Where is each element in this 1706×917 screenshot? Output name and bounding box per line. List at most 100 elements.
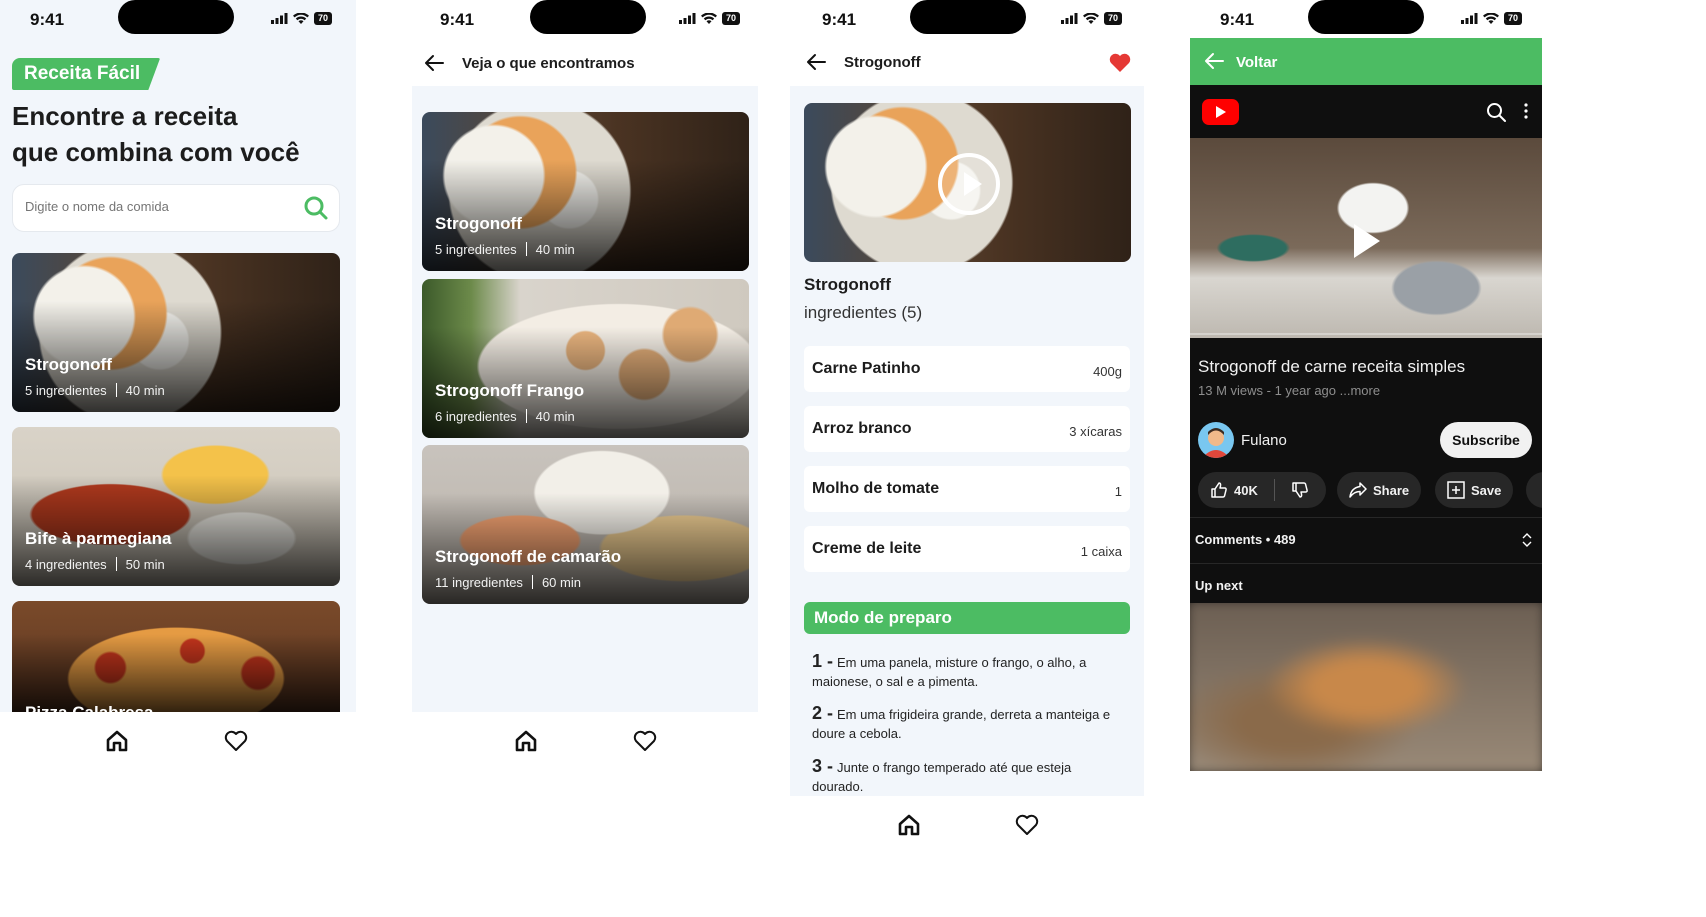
recipe-title: Strogonoff Frango <box>435 381 585 400</box>
header: Strogonoff <box>790 43 1144 85</box>
tab-bar <box>0 712 356 772</box>
preparation-header: Modo de preparo <box>804 602 1130 634</box>
video-progress-bar[interactable] <box>1190 333 1542 335</box>
ingredient-row: Carne Patinho 400g <box>804 346 1130 392</box>
signal-icon <box>678 13 696 24</box>
like-divider <box>1273 479 1275 501</box>
up-next-label: Up next <box>1195 578 1243 593</box>
favorites-icon[interactable] <box>224 730 248 752</box>
status-bar: 9:41 70 <box>790 0 1144 38</box>
home-screen: 9:41 70 Receita Fácil Encontre a receita… <box>0 0 356 860</box>
favorites-icon[interactable] <box>1015 814 1039 836</box>
card-overlay <box>12 634 340 712</box>
recipe-title: Pizza Calabresa <box>25 703 154 712</box>
recipe-card[interactable]: Pizza Calabresa <box>12 601 340 712</box>
recipe-title: Strogonoff <box>435 214 522 233</box>
recipe-title: Bife à parmegiana <box>25 529 172 548</box>
ingredients-count: ingredientes (5) <box>804 303 923 322</box>
status-time: 9:41 <box>30 10 65 29</box>
expand-comments-icon[interactable] <box>1521 532 1533 548</box>
result-card[interactable]: Strogonoff Frango 6 ingredientes 40 min <box>422 279 749 438</box>
recipe-ingredients: 11 ingredientes <box>435 575 523 590</box>
page-title: Strogonoff <box>844 54 921 71</box>
home-icon[interactable] <box>106 730 128 752</box>
wifi-icon <box>1082 12 1099 24</box>
back-arrow-icon[interactable] <box>806 53 826 71</box>
save-playlist-icon <box>1447 481 1465 499</box>
step-number: 1 - <box>812 651 834 671</box>
share-button[interactable]: Share <box>1337 472 1422 508</box>
back-arrow-icon[interactable] <box>1204 52 1224 70</box>
search-icon[interactable] <box>1486 102 1506 122</box>
recipe-meta: 6 ingredientes 40 min <box>435 409 575 424</box>
battery-icon: 70 <box>1503 12 1522 25</box>
recipe-title: Strogonoff de camarão <box>435 547 622 566</box>
play-icon[interactable] <box>1354 224 1380 258</box>
recipe-time: 40 min <box>535 242 575 257</box>
dynamic-island <box>1308 0 1424 34</box>
subscribe-button[interactable]: Subscribe <box>1440 422 1532 458</box>
step-number: 3 - <box>812 757 834 776</box>
recipe-ingredients: 5 ingredientes <box>435 242 517 257</box>
recipe-meta: 5 ingredientes 40 min <box>435 242 575 257</box>
status-time: 9:41 <box>440 10 475 29</box>
wifi-icon <box>292 12 309 24</box>
favorite-heart-icon[interactable] <box>1108 52 1132 74</box>
wifi-icon <box>1482 12 1499 24</box>
favorites-icon[interactable] <box>633 730 657 752</box>
back-arrow-icon[interactable] <box>424 54 444 72</box>
recipe-title: Strogonoff <box>25 355 112 374</box>
video-meta[interactable]: 13 M views - 1 year ago ...more <box>1198 383 1380 398</box>
ingredient-name: Creme de leite <box>812 540 922 557</box>
header: Veja o que encontramos <box>412 44 758 86</box>
status-time: 9:41 <box>1220 10 1255 29</box>
up-next-thumbnail[interactable] <box>1190 603 1542 771</box>
save-button[interactable]: Save <box>1435 472 1514 508</box>
headline-line-1: Encontre a receita <box>12 101 238 131</box>
ingredient-qty: 400g <box>1093 364 1122 379</box>
more-actions-button[interactable] <box>1526 472 1542 508</box>
recipe-video-thumbnail[interactable] <box>804 103 1131 262</box>
signal-icon <box>1060 13 1078 24</box>
search-icon[interactable] <box>303 195 329 221</box>
recipe-meta: 5 ingredientes 40 min <box>25 383 165 398</box>
meta-divider <box>115 383 117 397</box>
recipe-ingredients: 6 ingredientes <box>435 409 517 424</box>
status-icons: 70 <box>1460 12 1522 25</box>
home-icon[interactable] <box>515 730 537 752</box>
channel-name[interactable]: Fulano <box>1241 432 1287 449</box>
divider <box>1190 517 1542 518</box>
video-player[interactable] <box>1190 138 1542 338</box>
more-options-icon[interactable] <box>1524 103 1528 119</box>
like-count[interactable]: 40K <box>1234 483 1258 498</box>
battery-icon: 70 <box>313 12 332 25</box>
search-input[interactable] <box>25 199 285 214</box>
dynamic-island <box>530 0 646 34</box>
battery-icon: 70 <box>1103 12 1122 25</box>
avatar[interactable] <box>1198 422 1234 458</box>
comments-header[interactable]: Comments • 489 <box>1195 532 1296 547</box>
back-label[interactable]: Voltar <box>1236 54 1277 71</box>
play-button[interactable] <box>938 153 1000 215</box>
video-header: Voltar <box>1190 38 1542 85</box>
recipe-card[interactable]: Strogonoff 5 ingredientes 40 min <box>12 253 340 412</box>
ingredient-row: Molho de tomate 1 <box>804 466 1130 512</box>
recipe-card[interactable]: Bife à parmegiana 4 ingredientes 50 min <box>12 427 340 586</box>
dynamic-island <box>910 0 1026 34</box>
search-box[interactable] <box>12 184 340 232</box>
wifi-icon <box>700 12 717 24</box>
step-text: Em uma panela, misture o frango, o alho,… <box>812 655 1087 689</box>
preparation-step: 2 - Em uma frigideira grande, derreta a m… <box>812 704 1122 743</box>
status-time: 9:41 <box>822 10 857 29</box>
thumbs-up-icon[interactable] <box>1210 481 1228 499</box>
home-icon[interactable] <box>898 814 920 836</box>
ingredient-row: Creme de leite 1 caixa <box>804 526 1130 572</box>
result-card[interactable]: Strogonoff de camarão 11 ingredientes 60 … <box>422 445 749 604</box>
status-bar: 9:41 70 <box>1190 0 1542 38</box>
result-card[interactable]: Strogonoff 5 ingredientes 40 min <box>422 112 749 271</box>
recipe-time: 50 min <box>125 557 165 572</box>
status-icons: 70 <box>678 12 740 25</box>
youtube-logo-icon <box>1202 99 1239 125</box>
thumbs-down-icon[interactable] <box>1291 481 1309 499</box>
step-text: Junte o frango temperado até que esteja … <box>812 760 1072 794</box>
